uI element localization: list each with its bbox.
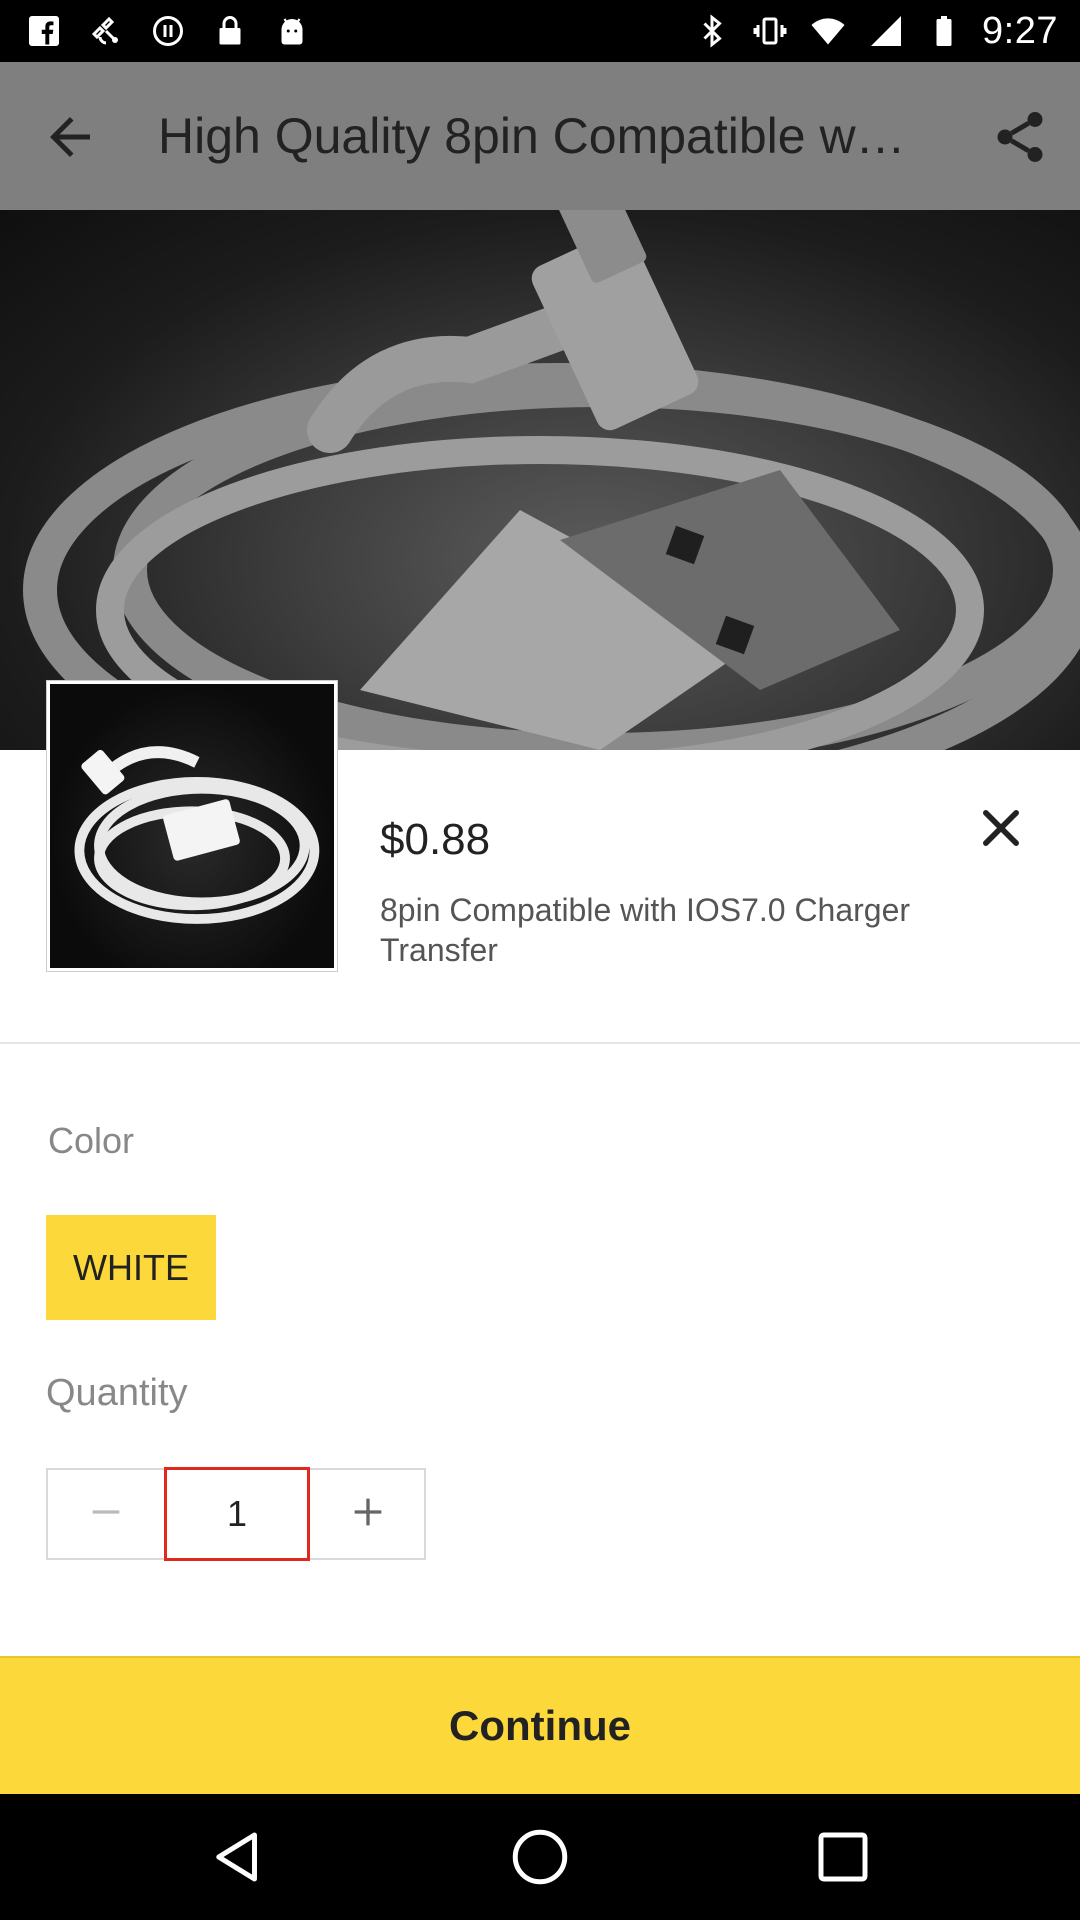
battery-icon (924, 11, 964, 51)
arrow-back-icon[interactable] (40, 107, 100, 167)
bluetooth-icon (692, 11, 732, 51)
vibrate-icon (750, 11, 790, 51)
product-price: $0.88 (380, 815, 491, 864)
cable-thumbnail-image (74, 746, 320, 924)
quantity-label: Quantity (46, 1372, 188, 1414)
lock-icon (210, 11, 250, 51)
quantity-stepper: 1 (46, 1467, 426, 1561)
system-nav-bar (0, 1794, 1080, 1920)
divider (0, 1042, 1080, 1044)
status-bar: 9:27 (0, 0, 1080, 62)
status-time: 9:27 (982, 9, 1058, 52)
minus-icon (86, 1492, 126, 1537)
fake-gps-icon (86, 11, 126, 51)
product-thumbnail (46, 680, 338, 972)
recents-square-icon[interactable] (810, 1824, 876, 1890)
close-icon[interactable] (975, 802, 1027, 854)
page-title: High Quality 8pin Compatible w… (158, 108, 906, 164)
home-circle-icon[interactable] (507, 1824, 573, 1890)
sku-selection-sheet: $0.88 8pin Compatible with IOS7.0 Charge… (0, 680, 1080, 1794)
back-triangle-icon[interactable] (205, 1824, 271, 1890)
share-icon[interactable] (990, 107, 1050, 167)
facebook-icon (24, 11, 64, 51)
sync-icon (148, 11, 188, 51)
color-label: Color (48, 1120, 135, 1161)
continue-button[interactable]: Continue (0, 1656, 1080, 1794)
product-image (0, 179, 1080, 750)
product-name: 8pin Compatible with IOS7.0 Charger Tran… (380, 892, 911, 968)
decrease-button[interactable] (48, 1470, 164, 1558)
product-screen-background: High Quality 8pin Compatible w… (0, 62, 1080, 750)
wifi-icon (808, 11, 848, 51)
cable-illustration (23, 179, 1080, 750)
app-bar: High Quality 8pin Compatible w… (0, 62, 1080, 210)
quantity-input[interactable]: 1 (164, 1467, 310, 1561)
status-left-icons (24, 10, 312, 52)
signal-icon (866, 11, 906, 51)
increase-button[interactable] (310, 1470, 426, 1558)
android-icon (272, 11, 312, 51)
color-option-white[interactable]: WHITE (46, 1215, 216, 1320)
status-right-icons: 9:27 (692, 8, 1058, 54)
plus-icon (348, 1492, 388, 1537)
